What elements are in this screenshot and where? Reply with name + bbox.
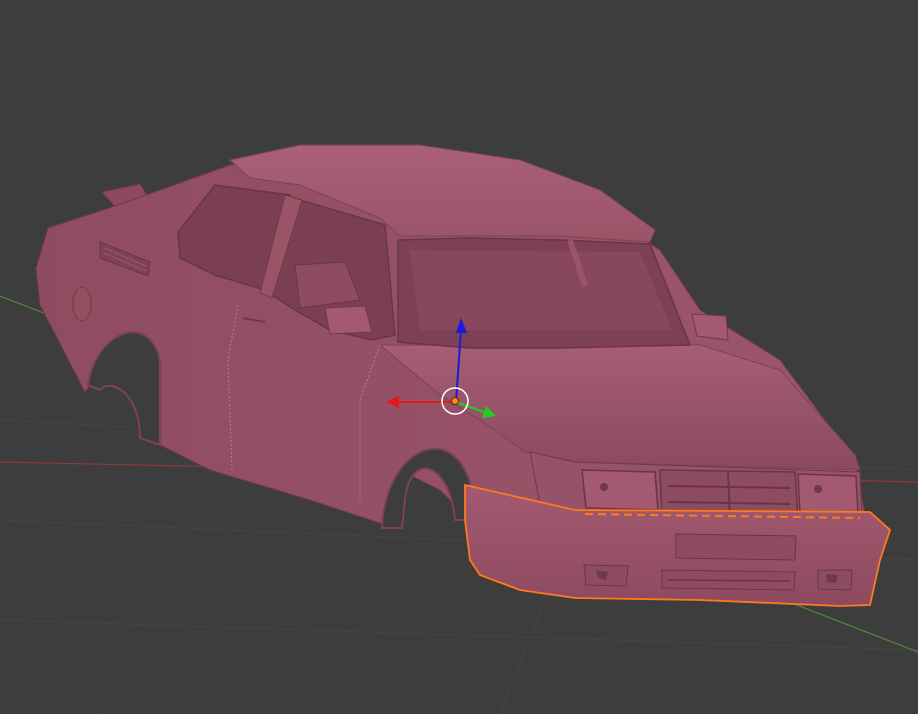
car-model[interactable] [35,144,892,607]
license-plate-recess [675,533,797,561]
left-headlight [581,469,659,511]
left-side-mirror [324,305,373,335]
3d-viewport[interactable] [0,0,918,714]
pivot-point [451,397,459,405]
right-side-mirror [691,313,729,341]
right-headlight [797,473,859,515]
right-fog-light-lens [826,574,838,583]
right-headlight-bulb [814,485,822,493]
viewport-canvas[interactable] [0,0,918,714]
lower-intake-bar [667,579,791,582]
windshield-inner-dash [410,250,672,330]
fuel-cap [72,286,92,322]
left-headlight-bulb [600,483,608,491]
